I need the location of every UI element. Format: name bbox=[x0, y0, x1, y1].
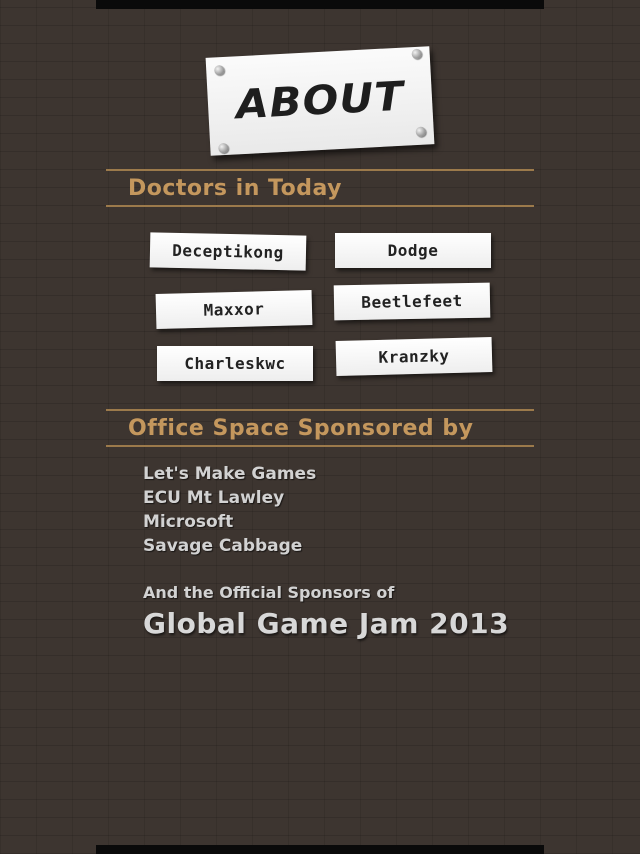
doctors-section-header: Doctors in Today bbox=[106, 169, 534, 207]
doctor-card: Beetlefeet bbox=[333, 282, 491, 321]
sponsors-section-header: Office Space Sponsored by bbox=[106, 409, 534, 447]
pin-icon bbox=[411, 48, 422, 60]
doctor-card: Kranzky bbox=[335, 336, 493, 377]
sponsor-item: Microsoft bbox=[143, 512, 234, 532]
pin-icon bbox=[218, 142, 229, 154]
about-sign: ABOUT bbox=[205, 46, 435, 156]
sponsor-item: ECU Mt Lawley bbox=[143, 488, 285, 508]
pin-icon bbox=[213, 64, 225, 76]
doctor-card: Deceptikong bbox=[149, 232, 307, 271]
doctor-card: Charleskwc bbox=[157, 346, 313, 381]
bottom-frame-bar bbox=[96, 845, 544, 854]
sponsors-heading: Office Space Sponsored by bbox=[128, 416, 474, 441]
sponsor-list: Let's Make Games ECU Mt Lawley Microsoft… bbox=[143, 462, 316, 558]
event-name: Global Game Jam 2013 bbox=[143, 607, 510, 640]
page-title: ABOUT bbox=[234, 73, 406, 129]
sponsor-item: Savage Cabbage bbox=[143, 536, 303, 556]
official-sponsors-line: And the Official Sponsors of bbox=[143, 583, 395, 602]
top-frame-bar bbox=[96, 0, 544, 9]
doctor-card: Maxxor bbox=[155, 289, 313, 330]
doctor-card: Dodge bbox=[335, 233, 491, 268]
doctors-heading: Doctors in Today bbox=[128, 176, 342, 201]
sponsor-item: Let's Make Games bbox=[143, 464, 317, 484]
pin-icon bbox=[415, 126, 427, 138]
